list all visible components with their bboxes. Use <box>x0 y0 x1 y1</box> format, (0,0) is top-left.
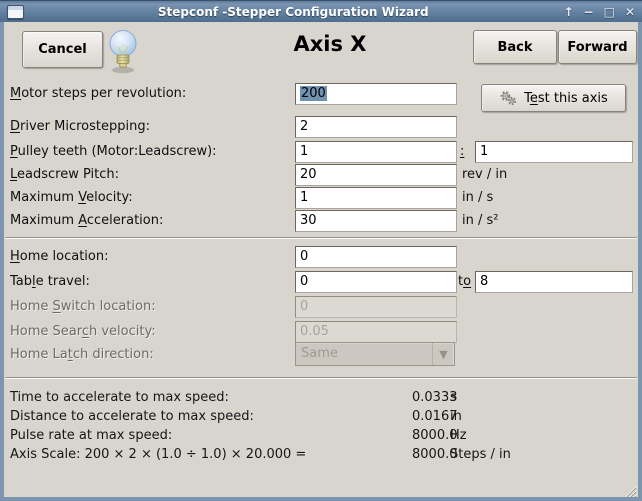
pulse-rate-unit: Hz <box>450 428 467 443</box>
motor-steps-input[interactable]: 200 <box>295 83 457 105</box>
separator <box>5 237 637 239</box>
combo-dropdown: ▼ <box>432 343 454 365</box>
table-travel-row: Table travel: 0 to 8 <box>0 271 642 295</box>
max-acceleration-label: Maximum Acceleration: <box>10 213 163 228</box>
home-latch-label: Home Latch direction: <box>10 347 154 362</box>
result-row: Time to accelerate to max speed: 0.0333 … <box>0 390 642 408</box>
pulley-motor-teeth-input[interactable]: 1 <box>295 141 457 163</box>
test-this-axis-button[interactable]: Test this axis <box>481 84 626 112</box>
page-title: Axis X <box>230 32 430 56</box>
forward-button[interactable]: Forward <box>558 30 637 64</box>
table-travel-label: Table travel: <box>10 274 90 289</box>
home-switch-location-input: 0 <box>295 296 457 318</box>
max-acceleration-row: Maximum Acceleration: 30 in / s² <box>0 210 642 234</box>
window-icon <box>7 5 24 19</box>
home-search-velocity-input: 0.05 <box>295 321 457 343</box>
window-title: Stepconf -Stepper Configuration Wizard <box>29 5 557 19</box>
motor-steps-label: Motor steps per revolution: <box>10 86 186 101</box>
table-travel-to-label: to <box>458 274 471 289</box>
bulb-icon <box>104 28 142 78</box>
distance-to-accelerate-unit: in <box>450 409 462 424</box>
max-velocity-input[interactable]: 1 <box>295 187 457 209</box>
table-travel-max-input[interactable]: 8 <box>475 271 633 293</box>
shade-icon[interactable]: ↑ <box>563 2 573 22</box>
combo-value: Same <box>296 343 432 365</box>
microstepping-label: Driver Microstepping: <box>10 119 150 134</box>
home-location-row: Home location: 0 <box>0 246 642 270</box>
pulley-leadscrew-teeth-input[interactable]: 1 <box>475 141 633 163</box>
home-switch-row: Home Switch location: 0 <box>0 296 642 320</box>
result-row: Pulse rate at max speed: 8000.0 Hz <box>0 428 642 446</box>
window-frame-bottom <box>0 497 642 501</box>
max-acceleration-unit: in / s² <box>462 213 498 228</box>
maximize-icon[interactable]: □ <box>604 2 615 22</box>
home-switch-label: Home Switch location: <box>10 299 156 314</box>
test-this-axis-label: Test this axis <box>524 91 608 106</box>
home-location-input[interactable]: 0 <box>295 246 457 268</box>
leadscrew-pitch-row: Leadscrew Pitch: 20 rev / in <box>0 164 642 188</box>
microstepping-row: Driver Microstepping: 2 <box>0 116 642 140</box>
result-row: Axis Scale: 200 × 2 × (1.0 ÷ 1.0) × 20.0… <box>0 447 642 465</box>
home-location-label: Home location: <box>10 249 109 264</box>
microstepping-input[interactable]: 2 <box>295 116 457 138</box>
distance-to-accelerate-label: Distance to accelerate to max speed: <box>10 409 254 424</box>
leadscrew-pitch-unit: rev / in <box>462 167 507 182</box>
max-velocity-unit: in / s <box>462 190 493 205</box>
stepconf-window: Stepconf -Stepper Configuration Wizard ↑… <box>0 0 642 501</box>
window-controls: ↑ − □ ✕ <box>563 2 635 22</box>
cancel-button[interactable]: Cancel <box>22 31 103 68</box>
minimize-icon[interactable]: − <box>584 2 594 22</box>
ratio-colon-label: : <box>460 144 464 159</box>
pulse-rate-label: Pulse rate at max speed: <box>10 428 172 443</box>
resize-grip[interactable] <box>623 482 636 495</box>
leadscrew-pitch-label: Leadscrew Pitch: <box>10 167 119 182</box>
max-velocity-row: Maximum Velocity: 1 in / s <box>0 187 642 211</box>
gears-icon <box>499 90 518 107</box>
home-latch-row: Home Latch direction: Same ▼ <box>0 342 642 368</box>
axis-scale-label: Axis Scale: 200 × 2 × (1.0 ÷ 1.0) × 20.0… <box>10 447 306 462</box>
time-to-accelerate-unit: s <box>450 390 457 405</box>
back-button[interactable]: Back <box>473 30 557 64</box>
max-velocity-label: Maximum Velocity: <box>10 190 133 205</box>
leadscrew-pitch-input[interactable]: 20 <box>295 164 457 186</box>
chevron-down-icon: ▼ <box>439 349 447 360</box>
separator <box>5 377 637 379</box>
close-icon[interactable]: ✕ <box>625 2 635 22</box>
titlebar[interactable]: Stepconf -Stepper Configuration Wizard ↑… <box>0 0 642 22</box>
axis-scale-unit: Steps / in <box>450 447 511 462</box>
home-search-label: Home Search velocity: <box>10 324 156 339</box>
table-travel-min-input[interactable]: 0 <box>295 271 457 293</box>
pulley-teeth-label: Pulley teeth (Motor:Leadscrew): <box>10 144 217 159</box>
home-latch-direction-select: Same ▼ <box>295 342 455 366</box>
pulley-teeth-row: Pulley teeth (Motor:Leadscrew): 1 : 1 <box>0 141 642 165</box>
time-to-accelerate-label: Time to accelerate to max speed: <box>10 390 229 405</box>
result-row: Distance to accelerate to max speed: 0.0… <box>0 409 642 427</box>
max-acceleration-input[interactable]: 30 <box>295 210 457 232</box>
